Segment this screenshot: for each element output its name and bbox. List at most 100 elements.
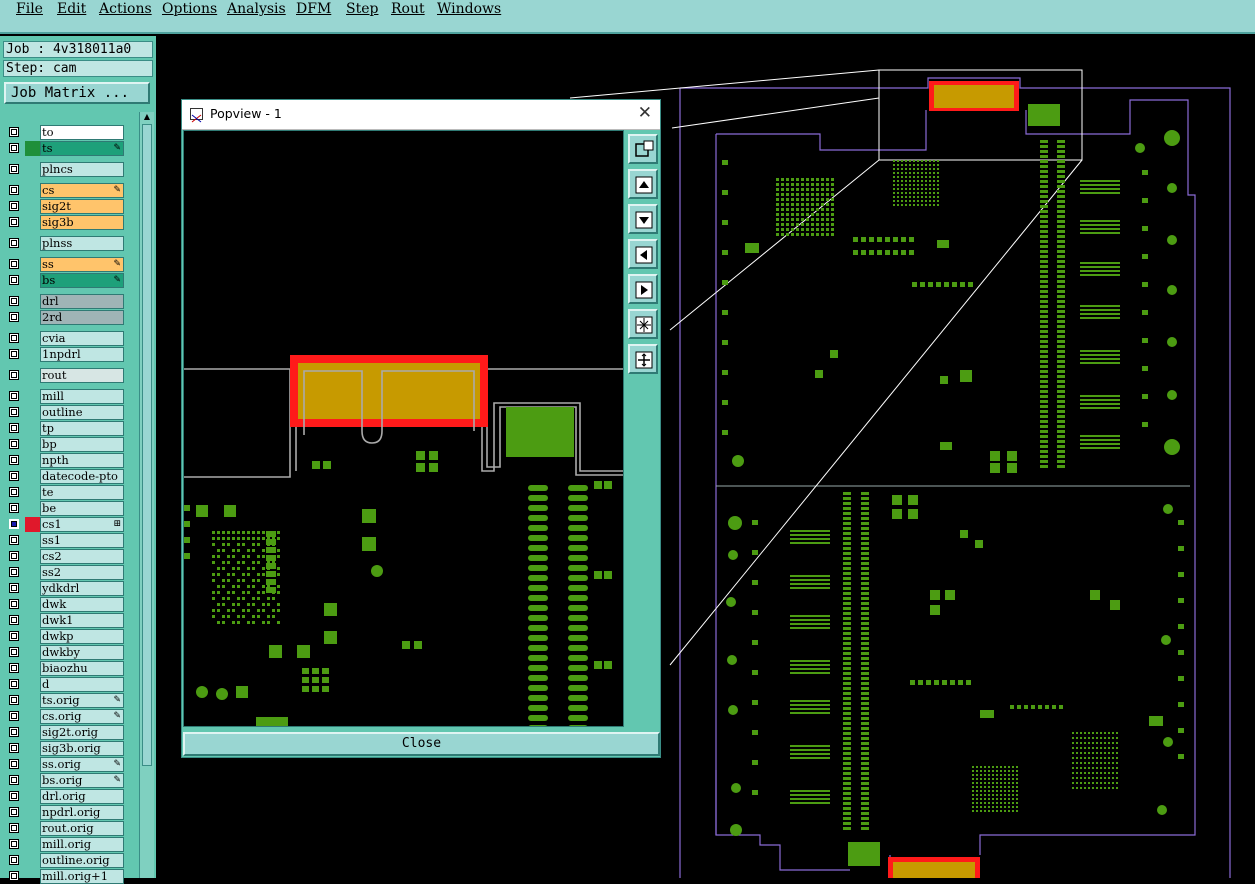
scroll-up-icon[interactable]: ▲	[142, 112, 152, 122]
layer-checkbox[interactable]	[9, 519, 19, 529]
layer-color-swatch[interactable]	[25, 405, 40, 420]
layer-checkbox[interactable]	[9, 143, 19, 153]
layer-checkbox[interactable]	[9, 423, 19, 433]
layer-row-sig3b[interactable]: sig3b	[7, 215, 125, 230]
layer-name[interactable]: sig3b	[40, 215, 124, 230]
menu-dfm[interactable]: DFM	[296, 0, 331, 18]
layer-checkbox[interactable]	[9, 775, 19, 785]
layer-checkbox[interactable]	[9, 807, 19, 817]
layer-row-cvia[interactable]: cvia	[7, 331, 125, 346]
layer-color-swatch[interactable]	[25, 273, 40, 288]
layer-name[interactable]: to	[40, 125, 124, 140]
layer-name[interactable]: cs.orig ✎	[40, 709, 124, 724]
layer-name[interactable]: rout.orig	[40, 821, 124, 836]
layer-row-bs[interactable]: bs ✎	[7, 273, 125, 288]
layer-name[interactable]: sig2t.orig	[40, 725, 124, 740]
layer-checkbox[interactable]	[9, 439, 19, 449]
layer-name[interactable]: ss.orig ✎	[40, 757, 124, 772]
layer-color-swatch[interactable]	[25, 257, 40, 272]
layer-checkbox[interactable]	[9, 370, 19, 380]
layer-row-outline[interactable]: outline	[7, 405, 125, 420]
layer-row-bs-orig[interactable]: bs.orig ✎	[7, 773, 125, 788]
layer-name[interactable]: bs.orig ✎	[40, 773, 124, 788]
layer-row-mill-orig[interactable]: mill.orig	[7, 837, 125, 852]
layer-checkbox[interactable]	[9, 455, 19, 465]
close-button[interactable]: Close	[183, 732, 660, 756]
layer-color-swatch[interactable]	[25, 821, 40, 836]
layer-checkbox[interactable]	[9, 471, 19, 481]
layer-checkbox[interactable]	[9, 275, 19, 285]
layer-color-swatch[interactable]	[25, 347, 40, 362]
layer-row-cs2[interactable]: cs2	[7, 549, 125, 564]
layer-name[interactable]: ts.orig ✎	[40, 693, 124, 708]
layer-name[interactable]: ydkdrl	[40, 581, 124, 596]
menu-file[interactable]: File	[16, 0, 43, 18]
layer-checkbox[interactable]	[9, 631, 19, 641]
layer-row-cs1[interactable]: cs1 ⊞	[7, 517, 125, 532]
layer-name[interactable]: cvia	[40, 331, 124, 346]
layer-checkbox[interactable]	[9, 551, 19, 561]
layer-checkbox[interactable]	[9, 679, 19, 689]
layer-name[interactable]: cs2	[40, 549, 124, 564]
layer-row-rout-orig[interactable]: rout.orig	[7, 821, 125, 836]
layer-checkbox[interactable]	[9, 259, 19, 269]
layer-checkbox[interactable]	[9, 503, 19, 513]
layer-color-swatch[interactable]	[25, 597, 40, 612]
layer-color-swatch[interactable]	[25, 437, 40, 452]
layer-checkbox[interactable]	[9, 535, 19, 545]
layer-color-swatch[interactable]	[25, 757, 40, 772]
layer-color-swatch[interactable]	[25, 837, 40, 852]
layer-color-swatch[interactable]	[25, 125, 40, 140]
layer-checkbox[interactable]	[9, 391, 19, 401]
layer-color-swatch[interactable]	[25, 613, 40, 628]
layer-checkbox[interactable]	[9, 823, 19, 833]
layer-name[interactable]: ss2	[40, 565, 124, 580]
layer-name[interactable]: plncs	[40, 162, 124, 177]
layer-name[interactable]: mill	[40, 389, 124, 404]
layer-name[interactable]: dwkby	[40, 645, 124, 660]
layer-row-te[interactable]: te	[7, 485, 125, 500]
layer-checkbox[interactable]	[9, 839, 19, 849]
layer-color-swatch[interactable]	[25, 693, 40, 708]
layer-row-ss2[interactable]: ss2	[7, 565, 125, 580]
layer-name[interactable]: biaozhu	[40, 661, 124, 676]
layer-color-swatch[interactable]	[25, 517, 40, 532]
layer-name[interactable]: be	[40, 501, 124, 516]
layer-row-npth[interactable]: npth	[7, 453, 125, 468]
layer-row-dwk[interactable]: dwk	[7, 597, 125, 612]
layer-row-ss[interactable]: ss ✎	[7, 257, 125, 272]
layer-name[interactable]: ss1	[40, 533, 124, 548]
layer-row-npdrl-orig[interactable]: npdrl.orig	[7, 805, 125, 820]
layer-name[interactable]: cs ✎	[40, 183, 124, 198]
layer-checkbox[interactable]	[9, 407, 19, 417]
layer-color-swatch[interactable]	[25, 294, 40, 309]
layer-name[interactable]: datecode-pto	[40, 469, 124, 484]
zoom-window-button[interactable]	[628, 134, 658, 164]
layer-row-bp[interactable]: bp	[7, 437, 125, 452]
layer-row-be[interactable]: be	[7, 501, 125, 516]
layer-name[interactable]: bp	[40, 437, 124, 452]
layer-row-d[interactable]: d	[7, 677, 125, 692]
layer-name[interactable]: cs1 ⊞	[40, 517, 124, 532]
layer-name[interactable]: 1npdrl	[40, 347, 124, 362]
layer-color-swatch[interactable]	[25, 645, 40, 660]
layer-color-swatch[interactable]	[25, 469, 40, 484]
layer-name[interactable]: bs ✎	[40, 273, 124, 288]
layer-row-dwkby[interactable]: dwkby	[7, 645, 125, 660]
popview-titlebar[interactable]: Popview - 1 ✕	[182, 100, 660, 130]
layer-name[interactable]: outline	[40, 405, 124, 420]
layer-checkbox[interactable]	[9, 567, 19, 577]
layer-color-swatch[interactable]	[25, 677, 40, 692]
layer-color-swatch[interactable]	[25, 773, 40, 788]
menu-step[interactable]: Step	[346, 0, 378, 18]
layer-row-ydkdrl[interactable]: ydkdrl	[7, 581, 125, 596]
layer-row-mill[interactable]: mill	[7, 389, 125, 404]
layer-color-swatch[interactable]	[25, 853, 40, 868]
menu-rout[interactable]: Rout	[391, 0, 425, 18]
layer-row-cs-orig[interactable]: cs.orig ✎	[7, 709, 125, 724]
layer-checkbox[interactable]	[9, 759, 19, 769]
layer-name[interactable]: sig3b.orig	[40, 741, 124, 756]
layer-row-dwk1[interactable]: dwk1	[7, 613, 125, 628]
close-icon[interactable]: ✕	[638, 103, 652, 123]
layer-name[interactable]: te	[40, 485, 124, 500]
